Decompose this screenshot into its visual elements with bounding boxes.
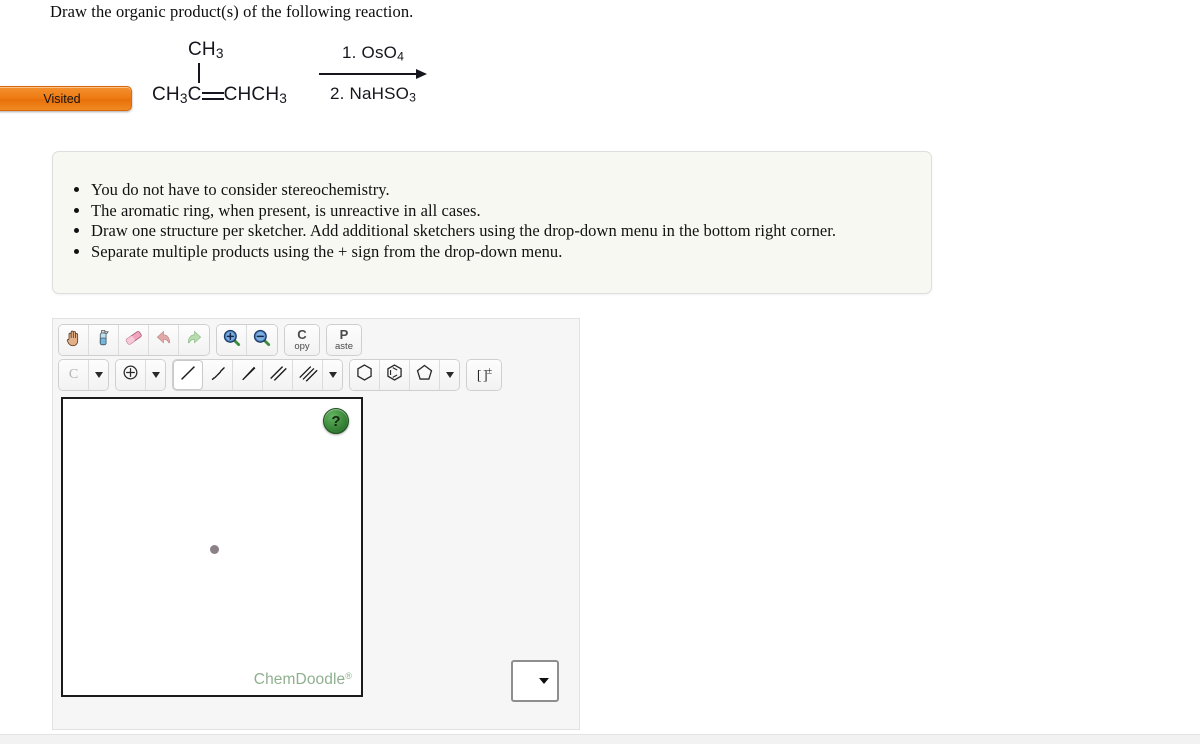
pentagon-icon — [414, 362, 435, 388]
substrate-branch-bond — [198, 62, 200, 83]
sketcher-canvas[interactable]: ? ChemDoodle® — [61, 397, 363, 697]
chevron-down-icon — [445, 372, 454, 378]
charge-dropdown-button[interactable] — [146, 360, 165, 390]
paste-button[interactable]: P aste — [327, 325, 361, 355]
copy-button[interactable]: C opy — [285, 325, 319, 355]
triple-bond-tool[interactable] — [293, 360, 323, 390]
redo-button[interactable] — [179, 325, 209, 355]
reaction-arrow-icon — [319, 68, 428, 80]
sketcher-toolbar-row-1: C opy P aste — [58, 324, 362, 356]
hand-icon — [64, 328, 84, 353]
hexagon-icon — [354, 362, 375, 388]
bracket-sup: ± — [486, 365, 492, 377]
chevron-down-icon — [151, 372, 160, 378]
atom-dropdown-button[interactable] — [89, 360, 108, 390]
bracket-charge-tool[interactable]: [ ]± — [467, 360, 501, 390]
page-root: Draw the organic product(s) of the follo… — [0, 0, 1200, 744]
paste-icon: P aste — [335, 328, 353, 352]
chemdoodle-watermark: ChemDoodle® — [254, 671, 352, 689]
ring-dropdown-button[interactable] — [440, 360, 459, 390]
copy-label-big: C — [297, 327, 307, 343]
substrate-branch-label: CH3 — [188, 39, 224, 61]
tool-group-bonds — [172, 359, 343, 391]
magnifier-minus-icon — [252, 328, 272, 353]
undo-arrow-icon — [153, 327, 174, 353]
magnifier-plus-icon — [222, 328, 242, 353]
add-sketcher-select[interactable] — [511, 660, 559, 702]
hashed-wedge-bond-tool[interactable] — [203, 360, 233, 390]
list-item: You do not have to consider stereochemis… — [91, 180, 931, 201]
plus-circle-icon — [121, 363, 140, 387]
benzene-icon — [384, 362, 405, 388]
triple-bond-icon — [297, 362, 319, 389]
list-item: The aromatic ring, when present, is unre… — [91, 201, 931, 222]
paste-label-small: aste — [335, 341, 353, 353]
bracket-label: [ ] — [476, 368, 488, 384]
reagent-bottom: 2. NaHSO3 — [330, 83, 417, 105]
paste-label-big: P — [339, 327, 349, 343]
cyclohexane-ring-tool[interactable] — [350, 360, 380, 390]
copy-icon: C opy — [294, 328, 309, 352]
double-bond-tool[interactable] — [263, 360, 293, 390]
tool-group-zoom — [216, 324, 278, 356]
watermark-text: ChemDoodle — [253, 671, 346, 688]
eraser-icon — [123, 327, 144, 353]
reaction-reagents: 1. OsO4 2. NaHSO3 — [319, 43, 428, 105]
help-button[interactable]: ? — [323, 408, 349, 434]
tool-group-paste: P aste — [326, 324, 362, 356]
page-bottom-band — [0, 734, 1200, 744]
reagent-top: 1. OsO4 — [342, 43, 405, 64]
benzene-ring-tool[interactable] — [380, 360, 410, 390]
zoom-out-button[interactable] — [247, 325, 277, 355]
tool-group-bracket: [ ]± — [466, 359, 502, 391]
substrate-structure: CH3 CH3C CHCH3 — [152, 40, 287, 105]
instructions-panel: You do not have to consider stereochemis… — [52, 151, 932, 294]
tool-group-charge — [115, 359, 166, 391]
cyclopentane-ring-tool[interactable] — [410, 360, 440, 390]
chevron-down-icon — [94, 372, 103, 378]
solid-wedge-bond-tool[interactable] — [233, 360, 263, 390]
undo-button[interactable] — [149, 325, 179, 355]
watermark-registered-icon: ® — [345, 671, 352, 682]
reaction-scheme: CH3 CH3C CHCH3 1. OsO4 2. NaHSO3 — [152, 40, 428, 105]
spray-bottle-icon — [94, 328, 114, 353]
single-bond-icon — [177, 362, 199, 389]
visited-badge-label: Visited — [43, 91, 81, 106]
chemdoodle-sketcher: C opy P aste C []± ? ChemDoodle® — [52, 318, 580, 730]
single-bond-tool[interactable] — [173, 360, 203, 390]
atom-label-tool[interactable]: C — [59, 360, 89, 390]
zoom-in-button[interactable] — [217, 325, 247, 355]
hashed-wedge-icon — [207, 362, 229, 389]
tool-group-copy: C opy — [284, 324, 320, 356]
instructions-list: You do not have to consider stereochemis… — [53, 152, 931, 262]
solid-wedge-icon — [237, 362, 259, 389]
visited-badge[interactable]: Visited — [0, 86, 132, 111]
substrate-main-chain: CH3C CHCH3 — [152, 83, 288, 106]
chevron-down-icon — [328, 372, 337, 378]
list-item: Separate multiple products using the + s… — [91, 242, 931, 263]
double-bond-icon — [267, 362, 289, 389]
list-item: Draw one structure per sketcher. Add add… — [91, 221, 931, 242]
tool-group-atom: C — [58, 359, 109, 391]
canvas-cursor-dot — [210, 545, 219, 554]
chevron-down-icon — [539, 678, 549, 684]
sketcher-toolbar-row-2: C []± — [58, 359, 502, 391]
redo-arrow-icon — [184, 327, 205, 353]
bond-dropdown-button[interactable] — [323, 360, 342, 390]
tool-group-edit — [58, 324, 210, 356]
pan-hand-tool[interactable] — [59, 325, 89, 355]
eraser-tool[interactable] — [119, 325, 149, 355]
charge-tool[interactable] — [116, 360, 146, 390]
bracket-icon: [ ]± — [476, 365, 492, 385]
double-bond-glyph — [201, 86, 224, 104]
tool-group-rings — [349, 359, 460, 391]
atom-label-text: C — [68, 367, 79, 382]
page-title: Draw the organic product(s) of the follo… — [50, 2, 414, 21]
clear-tool[interactable] — [89, 325, 119, 355]
copy-label-small: opy — [294, 341, 310, 353]
